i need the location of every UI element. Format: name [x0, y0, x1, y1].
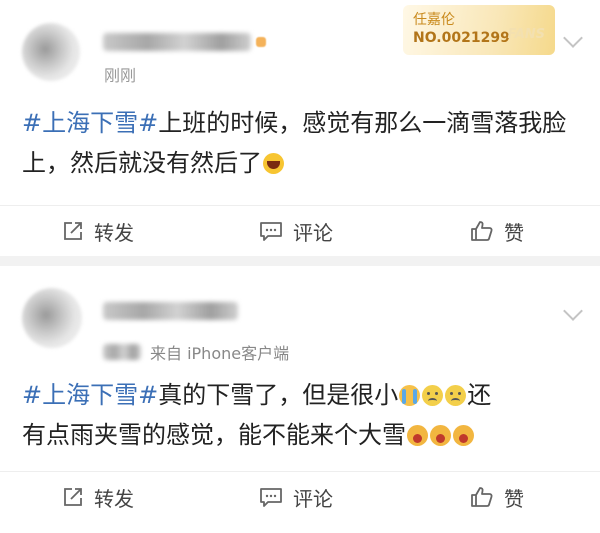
vip-icon [256, 37, 266, 47]
comment-icon [260, 222, 282, 241]
fan-badge[interactable]: 任嘉伦 NO.0021299 FANS [403, 5, 555, 55]
topic-link[interactable]: #上海下雪# [22, 109, 158, 137]
repost-button[interactable]: 转发 [62, 472, 134, 522]
comment-icon [260, 488, 282, 507]
comment-label: 评论 [293, 486, 333, 511]
weibo-post: 来自 iPhone客户端 #上海下雪#真的下雪了，但是很小 还有点雨夹雪的感觉，能… [0, 266, 600, 533]
badge-label: FANS [507, 27, 545, 42]
post-content: #上海下雪#真的下雪了，但是很小 还有点雨夹雪的感觉，能不能来个大雪 [22, 375, 582, 455]
badge-number: NO.0021299 [413, 30, 510, 46]
chevron-down-icon[interactable] [563, 301, 583, 321]
username[interactable] [103, 302, 238, 320]
share-square-icon [64, 488, 82, 506]
weibo-post: 刚刚 任嘉伦 NO.0021299 FANS #上海下雪#上班的时候，感觉有那么… [0, 0, 600, 256]
post-text-line2: 有点雨夹雪的感觉，能不能来个大雪 [22, 421, 406, 449]
chevron-down-icon[interactable] [563, 28, 583, 48]
post-content: #上海下雪#上班的时候，感觉有那么一滴雪落我脸上，然后就没有然后了 [22, 103, 582, 183]
shocked-emoji-icon [453, 425, 474, 446]
crying-emoji-icon [399, 385, 421, 406]
comment-button[interactable]: 评论 [259, 472, 333, 522]
shocked-emoji-icon [407, 425, 428, 446]
share-square-icon [64, 222, 82, 240]
repost-label: 转发 [94, 486, 134, 511]
thumbs-up-icon [471, 487, 493, 507]
repost-label: 转发 [94, 220, 134, 245]
avatar[interactable] [22, 23, 80, 81]
badge-name: 任嘉伦 [413, 12, 455, 28]
laugh-cry-emoji-icon [263, 153, 284, 174]
avatar[interactable] [22, 288, 82, 348]
comment-label: 评论 [293, 220, 333, 245]
post-source: 来自 iPhone客户端 [150, 344, 290, 363]
shocked-emoji-icon [430, 425, 451, 446]
sad-emoji-icon [445, 385, 467, 406]
action-bar: 转发 评论 赞 [0, 205, 600, 256]
thumbs-up-icon [471, 221, 493, 241]
post-text-continued: 还 [467, 381, 492, 409]
topic-link[interactable]: #上海下雪# [22, 381, 158, 409]
like-button[interactable]: 赞 [470, 472, 524, 522]
post-text-line1: 真的下雪了，但是很小 [158, 381, 399, 409]
blurred-time [103, 344, 141, 360]
username[interactable] [103, 33, 251, 51]
post-time: 刚刚 [104, 66, 137, 85]
like-button[interactable]: 赞 [470, 206, 524, 256]
repost-button[interactable]: 转发 [62, 206, 134, 256]
like-label: 赞 [504, 220, 524, 245]
comment-button[interactable]: 评论 [259, 206, 333, 256]
action-bar: 转发 评论 赞 [0, 471, 600, 522]
sad-emoji-icon [422, 385, 444, 406]
like-label: 赞 [504, 486, 524, 511]
